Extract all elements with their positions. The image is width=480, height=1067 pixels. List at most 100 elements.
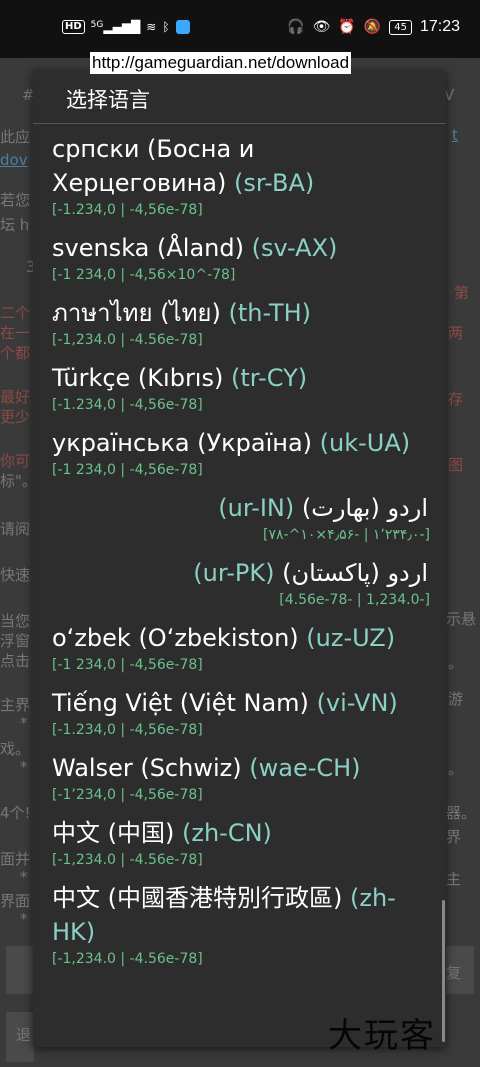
background-text: 退 — [16, 1026, 32, 1044]
language-name: Tiếng Việt (Việt Nam) — [52, 689, 309, 717]
language-label: اردو (بھارت) (ur-IN) — [52, 491, 430, 525]
eye-icon: 👁 — [312, 19, 331, 35]
number-format-sample: [-1.234,0 | -4,56e-78] — [52, 722, 203, 738]
background-text: 器。 — [446, 804, 477, 822]
language-code: (sv-AX) — [251, 234, 338, 262]
language-code: (zh-CN) — [182, 819, 272, 847]
background-text: 游 — [448, 690, 464, 708]
language-item[interactable]: українська (Україна) (uk-UA) [-1 234,0 | … — [33, 426, 446, 479]
background-text: t — [452, 126, 458, 144]
background-text: 第 — [454, 284, 470, 302]
number-format-sample: [-1,234.0 | -4.56e-78] — [52, 852, 203, 868]
status-bar: HD 5G▂▄▆█ ≋ ᛒ 🎧 👁 ⏰ 🔕 45 17:23 — [0, 0, 480, 58]
language-label: српски (Босна и Херцеговина) (sr-BA) — [52, 132, 430, 200]
language-name: Walser (Schwiz) — [52, 754, 242, 782]
background-text: 。 — [448, 760, 464, 778]
number-format-sample: [-1,234.0 | -4.56e-78] — [52, 332, 203, 348]
background-text: 你可 — [0, 452, 31, 470]
language-name: 中文 (中国) — [52, 819, 175, 847]
language-name: oʻzbek (Oʻzbekiston) — [52, 624, 299, 652]
language-item[interactable]: svenska (Åland) (sv-AX) [-1 234,0 | -4,56… — [33, 231, 446, 284]
background-text: 界 — [446, 828, 462, 846]
url-label: http://gameguardian.net/download — [90, 52, 352, 74]
language-code: (uk-UA) — [319, 429, 411, 457]
background-text: 更少 — [0, 408, 31, 426]
background-button-left — [6, 946, 34, 994]
language-name: ภาษาไทย (ไทย) — [52, 299, 221, 327]
language-item[interactable]: Türkçe (Kıbrıs) (tr-CY) [-1.234,0 | -4,56… — [33, 361, 446, 414]
language-code: (th-TH) — [228, 299, 312, 327]
signal-icon: 5G▂▄▆█ — [90, 20, 141, 34]
language-list[interactable]: српски (Босна и Херцеговина) (sr-BA) [-1.… — [33, 132, 446, 980]
mute-icon: 🔕 — [363, 19, 382, 35]
background-text: 存 — [448, 390, 464, 408]
list-scrollbar[interactable] — [442, 900, 445, 1042]
language-item[interactable]: Walser (Schwiz) (wae-CH) [-1’234,0 | -4,5… — [33, 751, 446, 804]
status-right-icons: 🎧 👁 ⏰ 🔕 45 17:23 — [287, 18, 460, 36]
background-text: dov — [0, 151, 28, 169]
background-text: 图 — [448, 456, 464, 474]
background-text: 快速 — [0, 566, 31, 584]
background-text: 浮窗 — [0, 632, 31, 650]
background-text: 两 — [448, 324, 464, 342]
language-item[interactable]: ภาษาไทย (ไทย) (th-TH) [-1,234.0 | -4.56e-… — [33, 296, 446, 349]
number-format-sample: [-1.234,0 | -4,56e-78] — [52, 397, 203, 413]
language-dialog: 选择语言 српски (Босна и Херцеговина) (sr-BA… — [33, 70, 446, 1047]
language-item[interactable]: اردو (پاکستان) (ur-PK) [-1,234.0 | -4.56e… — [33, 556, 446, 609]
background-text: * — [20, 758, 28, 776]
background-text: 若您 — [0, 191, 31, 209]
background-text: 点击 — [0, 652, 31, 670]
battery-icon: 45 — [389, 19, 412, 35]
background-text: 主 — [446, 870, 462, 888]
background-text: 示悬 — [446, 610, 477, 628]
language-item[interactable]: српски (Босна и Херцеговина) (sr-BA) [-1.… — [33, 132, 446, 219]
language-label: Walser (Schwiz) (wae-CH) — [52, 751, 430, 785]
language-item[interactable]: اردو (بھارت) (ur-IN) [-۱٬۲۳۴٫۰ | -۴٫۵۶×۱۰… — [33, 491, 446, 544]
language-code: (ur-PK) — [193, 559, 275, 587]
status-left-icons: HD 5G▂▄▆█ ≋ ᛒ — [62, 20, 190, 34]
background-text: 标"。 — [0, 472, 37, 490]
language-code: (ur-IN) — [218, 494, 295, 522]
background-text: 界面 — [0, 892, 31, 910]
language-name: 中文 (中國香港特別行政區) — [52, 884, 343, 912]
language-item[interactable]: Tiếng Việt (Việt Nam) (vi-VN) [-1.234,0 |… — [33, 686, 446, 739]
shield-icon — [175, 20, 190, 34]
number-format-sample: [-1 234,0 | -4,56e-78] — [52, 657, 203, 673]
dialog-title: 选择语言 — [66, 88, 150, 112]
bluetooth-icon: ᛒ — [162, 20, 170, 34]
background-text: 在一 — [0, 324, 31, 342]
network-type-label: 5G — [90, 20, 104, 30]
background-text: 最好 — [0, 388, 31, 406]
number-format-sample: [-۱٬۲۳۴٫۰ | -۴٫۵۶×۱۰^-۷۸] — [263, 527, 430, 543]
background-text: 二个 — [0, 304, 31, 322]
background-text: * — [20, 868, 28, 886]
language-label: 中文 (中国) (zh-CN) — [52, 816, 430, 850]
background-text: * — [20, 714, 28, 732]
language-label: Tiếng Việt (Việt Nam) (vi-VN) — [52, 686, 430, 720]
language-item[interactable]: 中文 (中国) (zh-CN) [-1,234.0 | -4.56e-78] — [33, 816, 446, 869]
background-text: 戏。 — [0, 740, 31, 758]
clock: 17:23 — [419, 18, 460, 35]
language-item[interactable]: 中文 (中國香港特別行政區) (zh-HK) [-1,234.0 | -4.56e… — [33, 881, 446, 968]
number-format-sample: [-1,234.0 | -4.56e-78] — [279, 592, 430, 608]
language-name: اردو (پاکستان) — [282, 559, 428, 587]
language-name: српски (Босна и Херцеговина) — [52, 135, 255, 197]
wifi-icon: ≋ — [146, 20, 157, 34]
language-code: (vi-VN) — [316, 689, 398, 717]
background-text: * — [20, 910, 28, 928]
alarm-icon: ⏰ — [338, 19, 356, 35]
number-format-sample: [-1.234,0 | -4,56e-78] — [52, 202, 203, 218]
dialog-divider — [33, 123, 446, 124]
background-text: 复 — [446, 964, 462, 982]
number-format-sample: [-1,234.0 | -4.56e-78] — [52, 951, 203, 967]
background-text: 面并 — [0, 850, 31, 868]
language-code: (wae-CH) — [249, 754, 361, 782]
language-code: (uz-UZ) — [306, 624, 396, 652]
hd-icon: HD — [62, 20, 85, 34]
language-item[interactable]: oʻzbek (Oʻzbekiston) (uz-UZ) [-1 234,0 | … — [33, 621, 446, 674]
language-label: svenska (Åland) (sv-AX) — [52, 231, 430, 265]
background-text: 请阅 — [0, 520, 31, 538]
language-name: svenska (Åland) — [52, 234, 244, 262]
background-text: 坛 h — [0, 216, 30, 234]
headphones-icon: 🎧 — [287, 19, 305, 35]
